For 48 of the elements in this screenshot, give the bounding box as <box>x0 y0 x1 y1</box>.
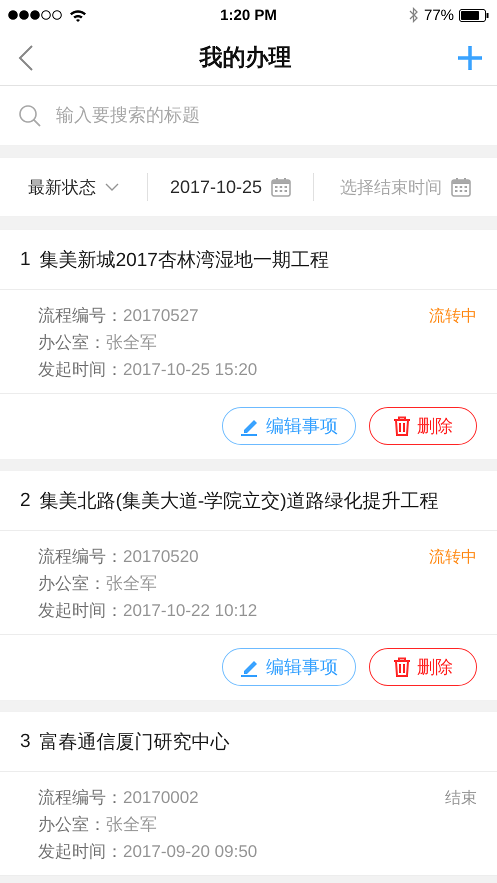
field-label: 发起时间： <box>38 841 123 863</box>
status-time: 1:20 PM <box>220 6 277 24</box>
add-icon[interactable] <box>457 44 483 70</box>
item-title[interactable]: 集美北路(集美大道-学院立交)道路绿化提升工程 <box>40 488 439 514</box>
field-value: 20170520 <box>123 546 199 568</box>
field-label: 发起时间： <box>38 600 123 622</box>
field-value: 2017-10-25 15:20 <box>123 359 258 381</box>
status-filter[interactable]: 最新状态 <box>28 176 96 198</box>
field-value: 张全军 <box>106 332 157 354</box>
field-value: 张全军 <box>106 573 157 595</box>
calendar-icon[interactable] <box>271 177 292 197</box>
field-label: 流程编号： <box>38 787 123 809</box>
page-title: 我的办理 <box>200 43 292 72</box>
search-field[interactable]: 输入要搜索的标题 <box>0 86 497 145</box>
bluetooth-icon <box>408 7 419 23</box>
field-label: 发起时间： <box>38 359 123 381</box>
field-value: 20170527 <box>123 305 199 327</box>
delete-button[interactable]: 删除 <box>369 648 477 686</box>
delete-button[interactable]: 删除 <box>369 407 477 445</box>
battery-percent: 77% <box>424 6 454 24</box>
field-label: 流程编号： <box>38 546 123 568</box>
trash-icon <box>393 416 411 436</box>
status-text: 结束 <box>445 788 477 809</box>
search-icon <box>18 104 42 128</box>
item-number: 3 <box>20 730 31 752</box>
calendar-icon[interactable] <box>451 177 471 197</box>
status-text: 流转中 <box>429 306 477 327</box>
field-value: 2017-10-22 10:12 <box>123 600 258 622</box>
item-title[interactable]: 集美新城2017杏林湾湿地一期工程 <box>40 246 329 272</box>
field-value: 张全军 <box>106 814 157 836</box>
signal-icon <box>8 10 64 20</box>
wifi-icon <box>69 8 87 22</box>
search-input[interactable]: 输入要搜索的标题 <box>56 105 479 126</box>
field-label: 办公室： <box>38 814 106 836</box>
battery-icon <box>459 8 490 22</box>
status-text: 流转中 <box>429 548 477 568</box>
back-icon[interactable] <box>18 44 34 72</box>
item-number: 1 <box>20 248 31 270</box>
trash-icon <box>393 657 411 677</box>
field-label: 办公室： <box>38 573 106 595</box>
start-date-field[interactable]: 2017-10-25 <box>170 176 262 198</box>
item-title[interactable]: 富春通信厦门研究中心 <box>40 728 230 754</box>
item-number: 2 <box>20 490 31 512</box>
field-label: 流程编号： <box>38 305 123 327</box>
field-value: 2017-09-20 09:50 <box>123 841 258 863</box>
chevron-down-icon[interactable] <box>105 183 119 191</box>
field-value: 20170002 <box>123 787 199 809</box>
field-label: 办公室： <box>38 332 106 354</box>
